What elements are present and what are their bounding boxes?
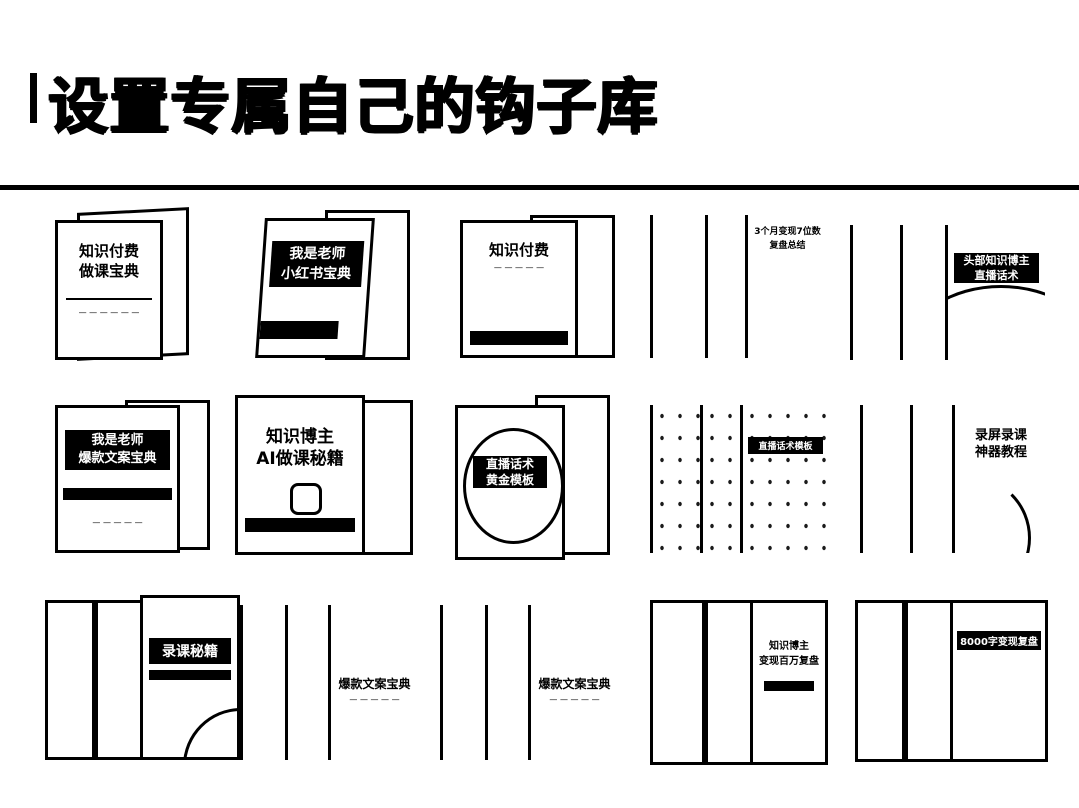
cover-stack-r3c1: 录课秘籍 — [45, 595, 245, 765]
cover-front: 我是老师 小红书宝典 — [255, 218, 375, 358]
cover-stack-r1c5: 头部知识博主 直播话术 — [850, 210, 1050, 360]
cover-title: 我是老师 小红书宝典 — [269, 241, 365, 287]
cover-stack-r3c5: 8000字变现复盘 — [855, 600, 1050, 765]
cover-title: 录课秘籍 — [148, 638, 232, 664]
cover-front: 爆款文案宝典 — — — — — — [328, 605, 418, 760]
cover-front: 知识付费 做课宝典 — — — — — — — [55, 220, 163, 360]
cover-stack-r2c1: 我是老师 爆款文案宝典 — — — — — — [55, 395, 215, 555]
cover-title: 知识付费 做课宝典 — [78, 242, 139, 280]
cover-stack-r2c2: 知识博主 AI做课秘籍 — [235, 395, 415, 560]
cover-title: 直播话术模板 — [748, 437, 823, 454]
cover-title: 爆款文案宝典 — [538, 677, 611, 691]
cover-stack-r3c4: 知识博主 变现百万复盘 — [650, 600, 830, 765]
cover-title: 我是老师 爆款文案宝典 — [65, 430, 170, 470]
cover-stack-r1c3: 知识付费 — — — — — — [460, 215, 620, 360]
cover-title: 爆款文案宝典 — [338, 677, 411, 691]
cover-front: 知识付费 — — — — — — [460, 220, 578, 358]
cover-title: 知识博主 AI做课秘籍 — [256, 427, 344, 469]
ai-logo-icon — [290, 483, 322, 515]
cover-title: 直播话术 黄金模板 — [472, 456, 548, 488]
cover-stack-r2c4: 直播话术模板 — [650, 405, 830, 555]
cover-title: 知识博主 变现百万复盘 — [759, 641, 819, 667]
cover-stack-r1c2: 我是老师 小红书宝典 — [255, 210, 415, 360]
cover-front: 录屏录课 神器教程 — [952, 405, 1047, 553]
cover-title: 8000字变现复盘 — [956, 631, 1042, 650]
cover-title: 3个月变现7位数 复盘总结 — [754, 227, 821, 251]
cover-stack-r3c3: 爆款文案宝典 — — — — — — [440, 600, 620, 765]
cover-front: 爆款文案宝典 — — — — — — [528, 605, 618, 760]
cover-front: 8000字变现复盘 — [950, 600, 1048, 762]
cover-front: 我是老师 爆款文案宝典 — — — — — — [55, 405, 180, 553]
cover-front: 知识博主 AI做课秘籍 — [235, 395, 365, 555]
cover-front: 知识博主 变现百万复盘 — [750, 600, 828, 765]
cover-gallery: 知识付费 做课宝典 — — — — — — 我是老师 小红书宝典 知识付费 — … — [0, 0, 1079, 808]
cover-front: 直播话术模板 — [740, 405, 828, 553]
cover-stack-r3c2: 爆款文案宝典 — — — — — — [240, 600, 420, 765]
cover-stack-r2c5: 录屏录课 神器教程 — [860, 405, 1050, 555]
cover-title: 知识付费 — [488, 241, 549, 259]
cover-front: 头部知识博主 直播话术 — [945, 225, 1045, 360]
cover-title: 录屏录课 神器教程 — [974, 428, 1027, 460]
cover-stack-r1c1: 知识付费 做课宝典 — — — — — — — [55, 207, 195, 361]
cover-stack-r1c4: 3个月变现7位数 复盘总结 — [650, 215, 830, 360]
cover-front: 3个月变现7位数 复盘总结 — [745, 215, 827, 358]
cover-title: 头部知识博主 直播话术 — [953, 253, 1040, 283]
cover-front: 直播话术 黄金模板 — [455, 405, 565, 560]
cover-front: 录课秘籍 — [140, 595, 240, 760]
cover-stack-r2c3: 直播话术 黄金模板 — [455, 395, 615, 565]
